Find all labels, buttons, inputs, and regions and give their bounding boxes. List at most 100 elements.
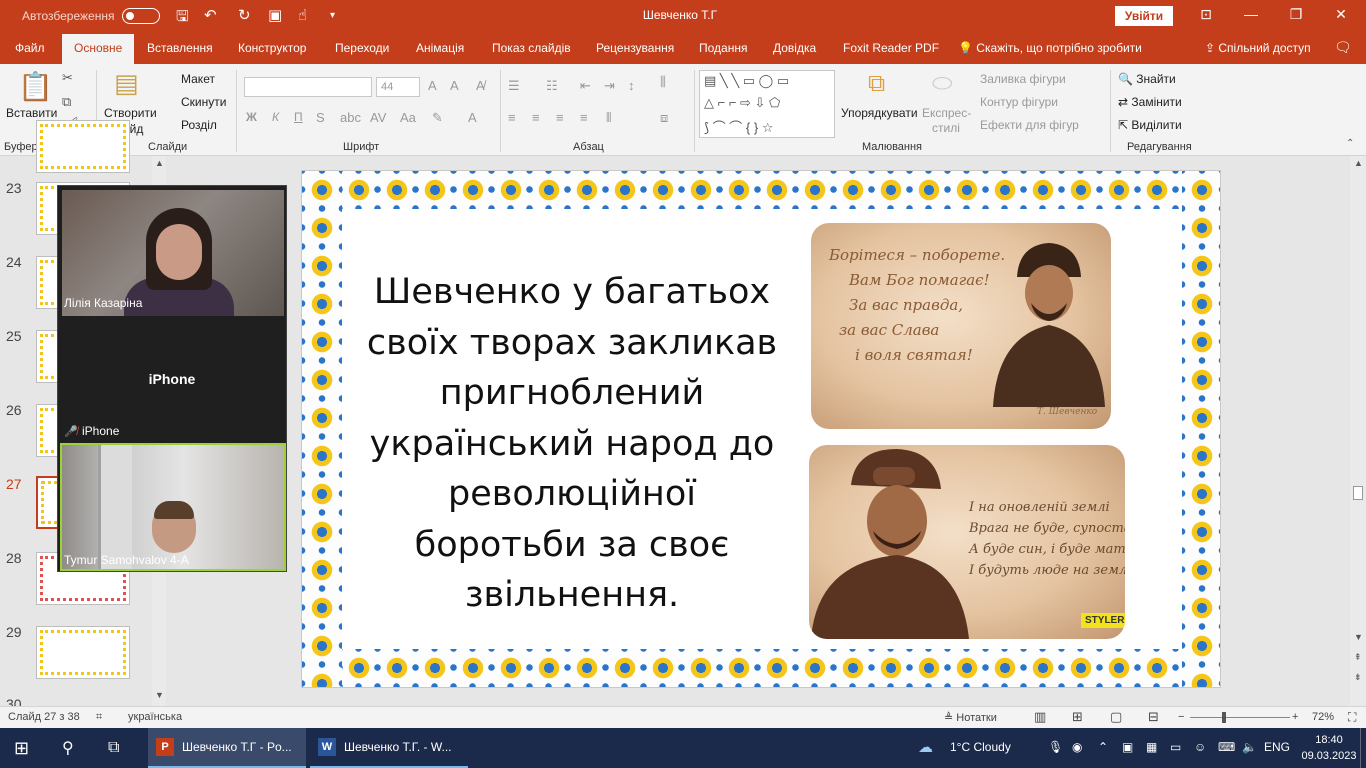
task-view-icon[interactable]: ⧉ [108, 728, 119, 768]
line-spacing-icon[interactable]: ↕ [628, 78, 635, 93]
char-spacing-icon[interactable]: AV [370, 110, 386, 125]
zoom-slider-handle[interactable] [1222, 712, 1226, 723]
soldier-portrait-image[interactable]: І на оновленій землі Врага не буде, супо… [809, 445, 1125, 639]
zoom-in-icon[interactable]: + [1292, 711, 1298, 723]
shadow-icon[interactable]: S [316, 110, 325, 125]
zoom-out-icon[interactable]: − [1178, 711, 1184, 723]
tray-app-icon[interactable]: ☺ [1194, 740, 1206, 754]
tray-app-icon[interactable]: ▦ [1146, 740, 1157, 754]
new-slide-button[interactable]: Створити [104, 106, 157, 120]
slide-thumbnail[interactable] [36, 120, 130, 173]
shapes-gallery[interactable]: ▤ ╲ ╲ ▭ ◯ ▭ △ ⌐ ⌐ ⇨ ⇩ ⬠ ⟆ ⌒ ⌒ { } ☆ [699, 70, 835, 138]
underline-button[interactable]: П [294, 110, 303, 124]
section-button[interactable]: Розділ [181, 118, 217, 132]
font-color-icon[interactable]: A [468, 110, 477, 125]
autosave-toggle[interactable] [122, 8, 160, 24]
quick-styles-button[interactable]: Експрес- [922, 106, 971, 120]
current-slide[interactable]: Шевченко у багатьох своїх творах заклика… [301, 170, 1221, 688]
strikethrough-icon[interactable]: abc [340, 110, 361, 125]
font-name-input[interactable] [244, 77, 372, 97]
system-clock[interactable]: 18:40 09.03.2023 [1296, 732, 1362, 764]
fit-slide-icon[interactable]: ⛶ [1348, 710, 1356, 725]
cut-icon[interactable]: ✂ [62, 70, 73, 86]
tab-transitions[interactable]: Переходи [335, 41, 389, 55]
bullets-icon[interactable]: ☰ [508, 78, 520, 94]
increase-font-icon[interactable]: A [428, 78, 437, 93]
normal-view-icon[interactable]: ▥ [1034, 709, 1046, 725]
quick-styles-button-line2[interactable]: стилі [932, 121, 960, 135]
shape-textbox-icon[interactable]: ▤ ╲ ╲ ▭ ◯ ▭ [704, 73, 789, 89]
start-slideshow-icon[interactable]: ▣ [268, 6, 282, 24]
comments-icon[interactable]: 🗨 [1334, 39, 1352, 56]
input-language[interactable]: ENG [1264, 740, 1290, 754]
highlight-icon[interactable]: ✎ [432, 110, 443, 126]
show-desktop-button[interactable] [1360, 728, 1366, 768]
zoom-tray-icon[interactable]: ◉ [1072, 740, 1082, 754]
slide-sorter-icon[interactable]: ⊞ [1072, 709, 1083, 725]
restore-icon[interactable]: ❐ [1281, 6, 1311, 23]
zoom-level[interactable]: 72% [1312, 711, 1334, 723]
shape-curve-icon[interactable]: ⟆ ⌒ ⌒ { } ☆ [704, 117, 773, 136]
align-left-icon[interactable]: ≡ [508, 110, 516, 125]
find-button[interactable]: 🔍 Знайти [1118, 72, 1176, 86]
slideshow-view-icon[interactable]: ⊟ [1148, 709, 1159, 725]
paste-button[interactable]: Вставити [6, 106, 57, 120]
slide-thumbnail[interactable] [36, 626, 130, 679]
decrease-indent-icon[interactable]: ⇤ [580, 78, 591, 94]
scroll-up-icon[interactable]: ▲ [155, 158, 164, 168]
notes-button[interactable]: ≜ Нотатки [944, 711, 997, 724]
undo-icon[interactable]: ↶ [204, 6, 217, 24]
shape-effects-button[interactable]: Ефекти для фігур [980, 118, 1079, 132]
participant-video-active[interactable] [60, 443, 286, 571]
numbering-icon[interactable]: ☷ [546, 78, 558, 94]
share-button[interactable]: ⇪ Спільний доступ [1205, 41, 1311, 55]
volume-icon[interactable]: 🔈 [1242, 740, 1257, 754]
save-icon[interactable]: 🖫 [176, 6, 189, 31]
redo-icon[interactable]: ↻ [238, 6, 251, 24]
arrange-icon[interactable]: ⧉ [868, 70, 885, 98]
decrease-font-icon[interactable]: A [450, 78, 459, 93]
minimize-icon[interactable]: — [1236, 6, 1266, 22]
signin-button[interactable]: Увійти [1115, 6, 1173, 26]
language-indicator[interactable]: українська [128, 711, 182, 723]
replace-button[interactable]: ⇄ Замінити [1118, 95, 1182, 109]
tab-slideshow[interactable]: Показ слайдів [492, 41, 571, 55]
arrange-button[interactable]: Упорядкувати [841, 106, 918, 120]
bold-button[interactable]: Ж [246, 110, 257, 124]
italic-button[interactable]: К [272, 110, 279, 124]
zoom-video-panel[interactable]: Лілія Казаріна iPhone 🎤̸ iPhone Tymur Sa… [57, 185, 287, 572]
change-case-icon[interactable]: Aa [400, 110, 416, 125]
copy-icon[interactable]: ⧉ [62, 94, 71, 110]
text-direction-icon[interactable]: ⫼ [660, 74, 666, 90]
slide-text-box[interactable]: Шевченко у багатьох своїх творах заклика… [362, 267, 782, 621]
battery-icon[interactable]: ▭ [1170, 740, 1181, 754]
slide-scrollbar[interactable]: ▲ ▼ ⇞ ⇟ [1350, 156, 1366, 706]
tab-design[interactable]: Конструктор [238, 41, 306, 55]
tab-foxit[interactable]: Foxit Reader PDF [843, 41, 939, 55]
paste-icon[interactable]: 📋 [18, 70, 53, 103]
shevchenko-portrait-image[interactable]: Борітеся – поборете. Вам Бог помагає! За… [811, 223, 1111, 429]
show-hidden-icons-icon[interactable]: ⌃ [1098, 740, 1108, 754]
close-icon[interactable]: ✕ [1326, 6, 1356, 23]
tab-view[interactable]: Подання [699, 41, 747, 55]
customize-qat-icon[interactable]: ▾ [330, 10, 335, 21]
new-slide-icon[interactable]: ▤ [114, 68, 139, 99]
clear-format-icon[interactable]: A̸ [476, 78, 485, 93]
shape-fill-button[interactable]: Заливка фігури [980, 72, 1066, 86]
collapse-ribbon-icon[interactable]: ⌃ [1346, 138, 1354, 149]
select-button[interactable]: ⇱ Виділити [1118, 118, 1182, 132]
taskbar-app-powerpoint[interactable]: P Шевченко Т.Г - Po... [148, 728, 306, 768]
zoom-slider[interactable] [1190, 717, 1290, 718]
cloud-weather-icon[interactable]: ☁ [918, 738, 933, 756]
layout-button[interactable]: Макет [181, 72, 215, 86]
font-size-input[interactable]: 44 [376, 77, 420, 97]
ribbon-display-icon[interactable]: ⊡ [1191, 6, 1221, 23]
scroll-up-icon[interactable]: ▲ [1354, 158, 1363, 168]
tray-app-icon[interactable]: ▣ [1122, 740, 1133, 754]
previous-slide-icon[interactable]: ⇞ [1354, 652, 1362, 663]
tab-help[interactable]: Довідка [773, 41, 816, 55]
microphone-icon[interactable]: 🎙 [1048, 740, 1063, 754]
align-center-icon[interactable]: ≡ [532, 110, 540, 125]
search-icon[interactable]: ⚲ [62, 728, 74, 768]
tab-insert[interactable]: Вставлення [147, 41, 213, 55]
